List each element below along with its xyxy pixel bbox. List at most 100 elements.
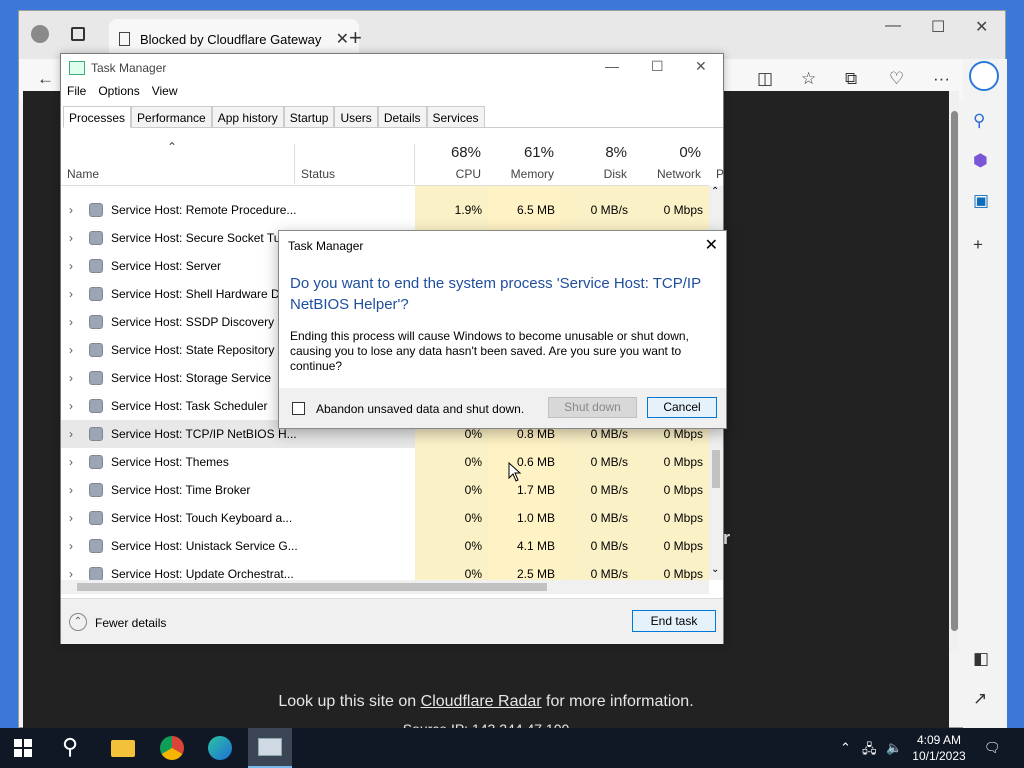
expand-chevron-icon[interactable]: › bbox=[69, 315, 73, 329]
cell-disk: 0 MB/s bbox=[561, 196, 634, 224]
process-name: Service Host: Secure Socket Tun bbox=[111, 231, 288, 245]
bing-icon[interactable] bbox=[969, 61, 999, 91]
tm-titlebar: Task Manager — ☐ ✕ bbox=[61, 54, 723, 82]
search-icon[interactable]: ⚲ bbox=[973, 111, 985, 131]
external-link-icon[interactable]: ↗ bbox=[973, 689, 987, 709]
col-memory[interactable]: Memory bbox=[493, 167, 554, 181]
col-divider bbox=[414, 144, 415, 184]
cell-memory: 1.7 MB bbox=[488, 476, 561, 504]
add-icon[interactable]: + bbox=[973, 235, 983, 255]
expand-chevron-icon[interactable]: › bbox=[69, 343, 73, 357]
process-vscroll-thumb[interactable] bbox=[712, 450, 720, 488]
more-icon[interactable]: ··· bbox=[933, 69, 950, 89]
tab-close-icon[interactable]: ✕ bbox=[336, 29, 349, 49]
browser-titlebar: Blocked by Cloudflare Gateway ✕ + — ☐ ✕ bbox=[19, 11, 1005, 59]
process-hscroll-thumb[interactable] bbox=[77, 583, 547, 591]
abandon-data-label[interactable]: Abandon unsaved data and shut down. bbox=[316, 402, 524, 416]
browser-sidebar: ⚲ ⬢ ▣ + ◧ ↗ ⚙ bbox=[963, 59, 1007, 746]
back-icon[interactable]: ← bbox=[37, 69, 54, 89]
fewer-details-icon[interactable]: ⌃ bbox=[69, 613, 87, 631]
table-row[interactable]: › Service Host: Unistack Service G... 0% 4.… bbox=[61, 532, 709, 560]
notifications-icon[interactable]: 🗨 bbox=[984, 740, 1001, 756]
start-icon[interactable] bbox=[14, 739, 32, 757]
tab-services[interactable]: Services bbox=[426, 106, 485, 127]
browser-essentials-icon[interactable]: ♡ bbox=[889, 69, 904, 89]
collections-icon[interactable]: ⧉ bbox=[845, 69, 857, 89]
tm-minimize-icon[interactable]: — bbox=[605, 58, 619, 74]
expand-chevron-icon[interactable]: › bbox=[69, 203, 73, 217]
tab-actions-icon[interactable] bbox=[71, 27, 85, 41]
tab-startup[interactable]: Startup bbox=[283, 106, 335, 127]
profile-icon[interactable] bbox=[31, 25, 49, 43]
tab-processes[interactable]: Processes bbox=[63, 106, 132, 128]
tab-app-history[interactable]: App history bbox=[211, 106, 284, 127]
table-row[interactable]: › Service Host: Update Orchestrat... 0% 2.5… bbox=[61, 560, 709, 580]
dialog-close-icon[interactable]: ✕ bbox=[705, 235, 718, 255]
network-icon[interactable]: 🖧 bbox=[862, 740, 877, 762]
table-row[interactable]: › Service Host: Time Broker 0% 1.7 MB 0 MB/s… bbox=[61, 476, 709, 504]
cell-disk: 0 MB/s bbox=[561, 448, 634, 476]
page-scrollbar-thumb[interactable] bbox=[951, 111, 958, 631]
page-scrollbar[interactable] bbox=[949, 91, 959, 651]
tab-users[interactable]: Users bbox=[334, 106, 378, 127]
table-row[interactable]: › Service Host: Themes 0% 0.6 MB 0 MB/s 0 Mbp… bbox=[61, 448, 709, 476]
expand-chevron-icon[interactable]: › bbox=[69, 511, 73, 525]
minimize-icon[interactable]: — bbox=[885, 17, 901, 35]
cell-network: 0 Mbps bbox=[634, 196, 709, 224]
expand-chevron-icon[interactable]: › bbox=[69, 287, 73, 301]
edge-icon[interactable] bbox=[208, 736, 232, 760]
service-gear-icon bbox=[89, 287, 103, 301]
maximize-icon[interactable]: ☐ bbox=[931, 17, 945, 37]
process-hscroll[interactable] bbox=[61, 580, 709, 594]
sidebar-toggle-icon[interactable]: ◧ bbox=[973, 649, 989, 669]
menu-options[interactable]: Options bbox=[98, 84, 139, 106]
fewer-details-link[interactable]: Fewer details bbox=[95, 616, 166, 630]
menu-view[interactable]: View bbox=[152, 84, 178, 106]
col-cpu[interactable]: CPU bbox=[421, 167, 481, 181]
chrome-icon[interactable] bbox=[160, 736, 184, 760]
outlook-icon[interactable]: ▣ bbox=[973, 191, 989, 211]
col-name[interactable]: Name bbox=[67, 167, 99, 181]
col-status[interactable]: Status bbox=[301, 167, 335, 181]
task-manager-taskbar-item[interactable] bbox=[248, 728, 292, 768]
close-icon[interactable]: ✕ bbox=[975, 17, 988, 37]
search-taskbar-icon[interactable]: ⚲ bbox=[62, 734, 78, 760]
file-explorer-icon[interactable] bbox=[111, 740, 135, 757]
show-hidden-icons-icon[interactable]: ⌃ bbox=[840, 740, 851, 756]
col-network[interactable]: Network bbox=[639, 167, 701, 181]
copilot-icon[interactable]: ⬢ bbox=[973, 151, 988, 171]
end-task-button[interactable]: End task bbox=[632, 610, 716, 632]
cloudflare-radar-link[interactable]: Cloudflare Radar bbox=[421, 693, 542, 710]
col-disk[interactable]: Disk bbox=[567, 167, 627, 181]
expand-chevron-icon[interactable]: › bbox=[69, 483, 73, 497]
expand-chevron-icon[interactable]: › bbox=[69, 231, 73, 245]
expand-chevron-icon[interactable]: › bbox=[69, 259, 73, 273]
col-power[interactable]: P bbox=[716, 167, 724, 181]
expand-chevron-icon[interactable]: › bbox=[69, 427, 73, 441]
table-row[interactable]: › Service Host: Touch Keyboard a... 0% 1.0 … bbox=[61, 504, 709, 532]
expand-chevron-icon[interactable]: › bbox=[69, 539, 73, 553]
cell-disk bbox=[561, 186, 634, 196]
volume-icon[interactable]: 🔈 bbox=[886, 740, 902, 756]
abandon-data-checkbox[interactable] bbox=[292, 402, 305, 415]
table-row[interactable]: › Service Host: Remote Procedure... 1.9% 6.… bbox=[61, 196, 709, 224]
cancel-button[interactable]: Cancel bbox=[647, 397, 717, 418]
expand-chevron-icon[interactable]: › bbox=[69, 455, 73, 469]
expand-chevron-icon[interactable]: › bbox=[69, 567, 73, 580]
tab-performance[interactable]: Performance bbox=[131, 106, 212, 127]
service-gear-icon bbox=[89, 203, 103, 217]
split-screen-icon[interactable]: ◫ bbox=[757, 69, 773, 89]
table-row[interactable] bbox=[61, 186, 709, 196]
scroll-down-icon[interactable]: ⌄ bbox=[711, 564, 719, 575]
expand-chevron-icon[interactable]: › bbox=[69, 371, 73, 385]
shut-down-button[interactable]: Shut down bbox=[548, 397, 637, 418]
expand-chevron-icon[interactable]: › bbox=[69, 399, 73, 413]
favorites-icon[interactable]: ☆ bbox=[801, 69, 816, 89]
new-tab-icon[interactable]: + bbox=[349, 25, 362, 51]
tm-close-icon[interactable]: ✕ bbox=[695, 58, 707, 75]
clock[interactable]: 4:09 AM 10/1/2023 bbox=[908, 732, 970, 764]
tab-details[interactable]: Details bbox=[377, 106, 427, 127]
tm-maximize-icon[interactable]: ☐ bbox=[651, 58, 664, 75]
scroll-up-icon[interactable]: ⌃ bbox=[711, 186, 719, 197]
menu-file[interactable]: File bbox=[67, 84, 86, 106]
